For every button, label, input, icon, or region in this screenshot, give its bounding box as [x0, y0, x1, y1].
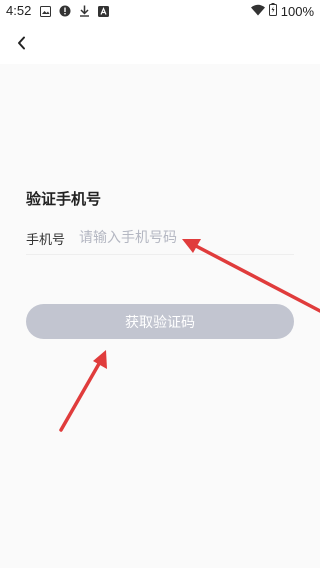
app-icon [98, 5, 109, 21]
battery-percent: 100% [280, 4, 314, 19]
wifi-icon [250, 4, 265, 20]
status-notification-icons [40, 5, 109, 21]
download-icon [79, 5, 90, 21]
battery-icon [268, 3, 277, 20]
status-bar: 4:52 100% [0, 0, 320, 24]
phone-label: 手机号 [26, 233, 66, 248]
content-area: 验证手机号 手机号 获取验证码 [0, 64, 320, 568]
page-title: 验证手机号 [26, 190, 102, 208]
back-button[interactable] [10, 32, 34, 56]
chevron-left-icon [16, 35, 28, 54]
screen: 4:52 100% 验证手机号 手机号 请输入手机号码 获取验证码 [0, 0, 320, 568]
phone-input-row: 手机号 [26, 224, 294, 255]
phone-input[interactable] [79, 226, 289, 250]
image-icon [40, 5, 51, 21]
nav-bar [0, 24, 320, 64]
status-time: 4:52 [6, 3, 32, 18]
get-code-button[interactable]: 获取验证码 [26, 304, 294, 339]
alert-icon [59, 5, 71, 21]
status-right-group: 100% [250, 3, 314, 20]
